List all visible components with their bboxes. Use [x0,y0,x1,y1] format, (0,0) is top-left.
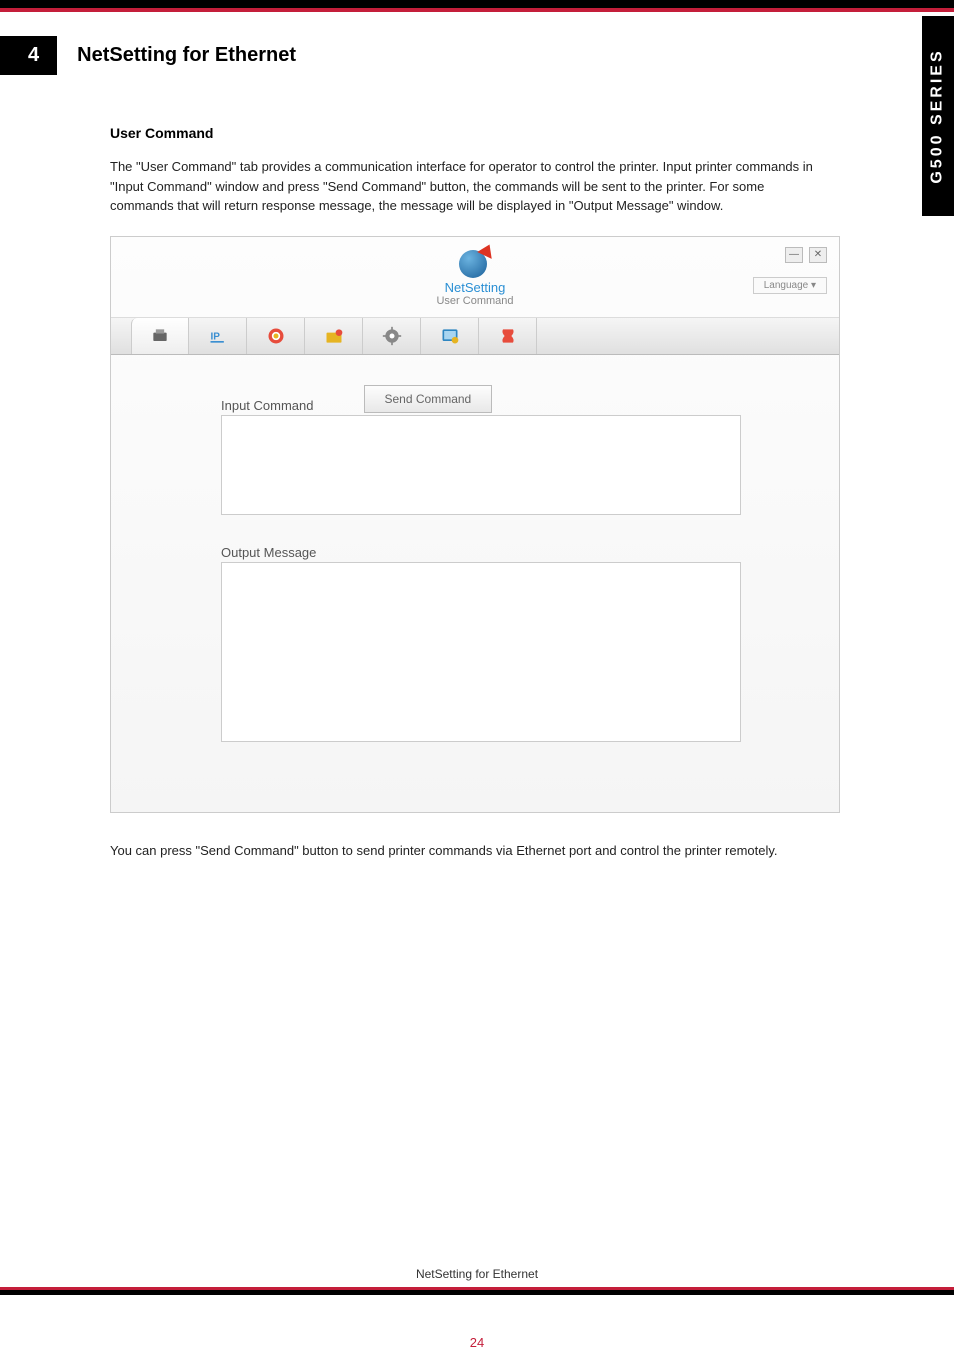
tab-command[interactable] [421,318,479,354]
app-brand-text: NetSetting [445,280,506,295]
ip-icon: IP [207,326,229,346]
tab-mail[interactable] [305,318,363,354]
section-heading: User Command [110,125,830,141]
tab-config[interactable] [363,318,421,354]
chapter-header: 4 NetSetting for Ethernet [0,36,954,75]
page-footer: NetSetting for Ethernet 24 [0,1261,954,1350]
firmware-icon [497,326,519,346]
output-message-label: Output Message [221,545,789,560]
language-dropdown[interactable]: Language ▾ [753,277,827,294]
main-content: User Command The "User Command" tab prov… [0,75,830,860]
svg-text:IP: IP [210,331,220,342]
footer-accent-bar [0,1287,954,1295]
alert-icon [265,326,287,346]
tab-alert[interactable] [247,318,305,354]
series-side-tab: G500 SERIES [922,16,954,216]
page-number: 24 [0,1335,954,1350]
chapter-number: 4 [0,36,57,75]
app-subtitle: User Command [436,295,513,307]
section-paragraph: The "User Command" tab provides a commun… [110,157,830,216]
globe-logo-icon [457,246,493,278]
app-header: — ✕ Language ▾ NetSetting User Command [111,237,839,317]
close-icon[interactable]: ✕ [809,247,827,263]
command-icon [439,326,461,346]
series-label: G500 SERIES [929,48,947,183]
window-controls: — ✕ [785,247,827,263]
gear-icon [381,326,403,346]
top-accent-bar [0,0,954,12]
tab-firmware[interactable] [479,318,537,354]
footer-label: NetSetting for Ethernet [0,1261,954,1287]
minimize-icon[interactable]: — [785,247,803,263]
netsetting-window: — ✕ Language ▾ NetSetting User Command I… [110,236,840,813]
app-body: Input Command Send Command Output Messag… [111,355,839,782]
below-paragraph: You can press "Send Command" button to s… [110,841,830,861]
printer-icon [149,326,171,346]
output-message-textarea[interactable] [221,562,741,742]
tab-strip: IP [111,317,839,355]
tab-ip[interactable]: IP [189,318,247,354]
tab-printer[interactable] [131,318,189,354]
chapter-title: NetSetting for Ethernet [77,44,296,67]
input-command-label: Input Command [221,398,314,413]
send-command-button[interactable]: Send Command [364,385,493,413]
input-command-textarea[interactable] [221,415,741,515]
mail-icon [323,326,345,346]
